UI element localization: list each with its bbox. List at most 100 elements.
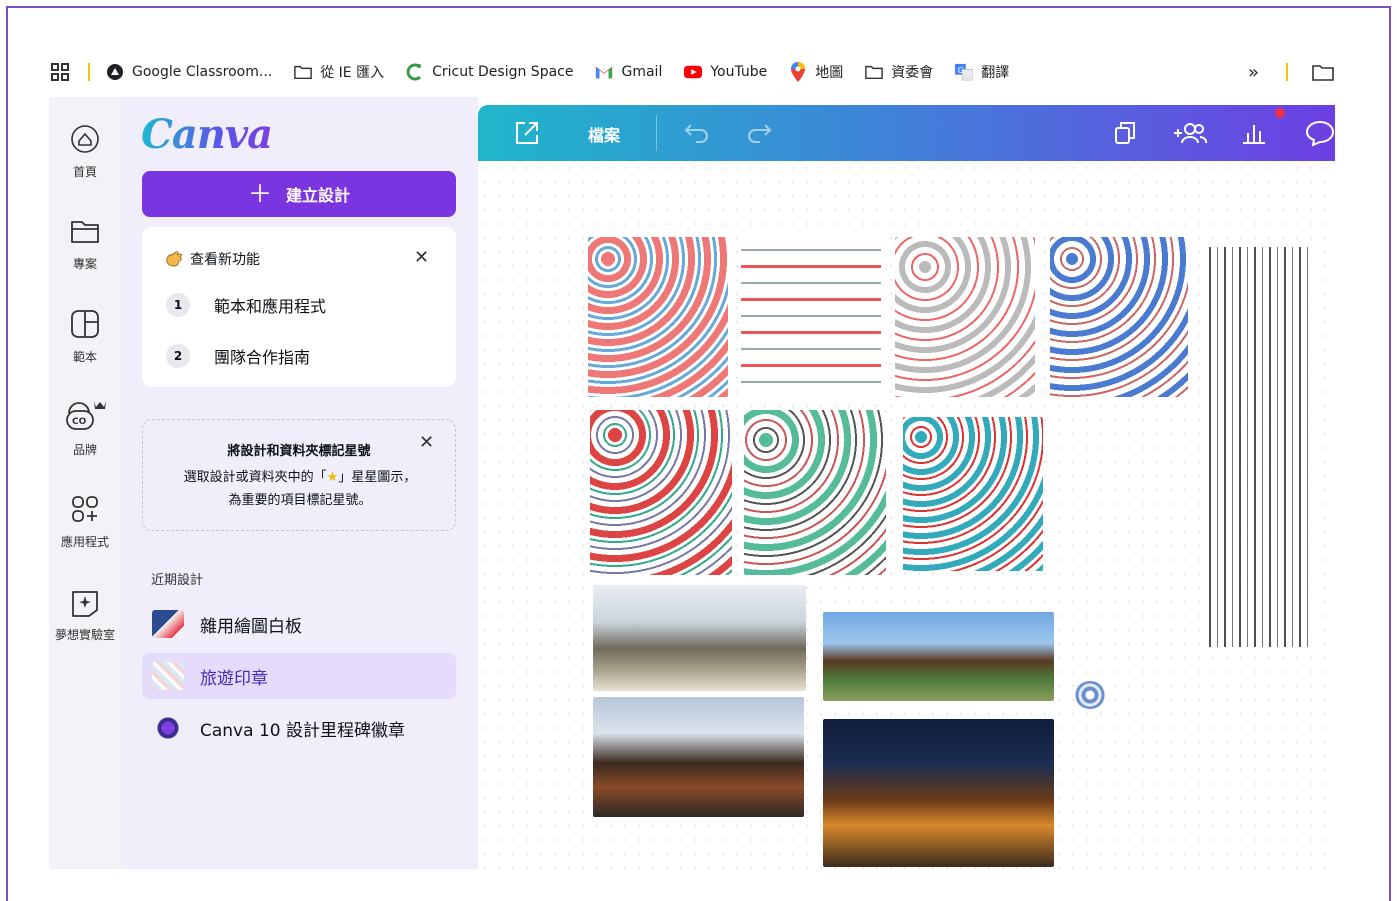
hanok-photo[interactable]: [593, 697, 804, 817]
svg-text:G: G: [958, 65, 964, 75]
step-number: 1: [166, 293, 190, 317]
bookmark-label: Google Classroom...: [132, 64, 273, 80]
recent-design-item[interactable]: Canva 10 設計里程碑徽章: [142, 705, 456, 751]
star-tip-text: 選取設計或資料夾中的「: [183, 470, 327, 485]
whats-new-step[interactable]: 2 團隊合作指南: [166, 344, 310, 368]
stamp-collage-image[interactable]: [590, 410, 732, 575]
star-tip-card: ✕ 將設計和資料夾標記星號 選取設計或資料夾中的「★」星星圖示， 為重要的項目標…: [142, 419, 456, 531]
cricut-icon: [406, 63, 424, 81]
bookmark-ie-import[interactable]: 從 IE 匯入: [294, 62, 384, 82]
bookmark-translate[interactable]: G 翻譯: [955, 62, 1009, 82]
toolbar-divider: [656, 115, 657, 151]
comment-icon[interactable]: [1305, 119, 1335, 147]
rail-label: 首頁: [72, 165, 97, 179]
bookmark-label: Gmail: [621, 64, 663, 80]
classroom-icon: [106, 63, 124, 81]
bookmark-youtube[interactable]: YouTube: [684, 63, 767, 81]
hanok-night-photo[interactable]: [823, 719, 1054, 867]
rail-label: 品牌: [72, 443, 97, 457]
temple-stamp-photo[interactable]: [593, 585, 806, 691]
brand-icon: CO: [66, 401, 106, 430]
star-tip-text: 」星星圖示，: [338, 470, 417, 485]
copy-pages-icon[interactable]: [1112, 119, 1138, 147]
star-icon: ★: [326, 470, 339, 485]
template-icon: [71, 310, 99, 338]
bookmark-label: 翻譯: [981, 65, 1010, 81]
home-icon: [71, 125, 99, 153]
temple-garden-photo[interactable]: [823, 612, 1054, 701]
bookmarks-bar: Google Classroom... 從 IE 匯入 Cricut Desig…: [50, 58, 1340, 86]
calligraphy-scroll-image[interactable]: [1203, 247, 1313, 647]
magic-lab-icon: [72, 591, 98, 617]
bookmark-google-classroom[interactable]: Google Classroom...: [106, 63, 272, 81]
apps-grid-icon[interactable]: [50, 62, 70, 82]
rail-label: 範本: [72, 350, 97, 364]
rail-label: 專案: [72, 257, 97, 271]
rail-item-projects[interactable]: 專案: [49, 215, 121, 272]
rail-item-magic-lab[interactable]: 夢想實驗室: [49, 586, 121, 643]
star-tip-title: 將設計和資料夾標記星號: [227, 444, 371, 459]
recent-design-label: 旅遊印章: [200, 668, 268, 689]
insights-chart-icon[interactable]: [1240, 119, 1268, 147]
recent-design-item[interactable]: 雜用繪圖白板: [142, 601, 456, 647]
close-whats-new-icon[interactable]: ✕: [414, 247, 429, 268]
step-label: 範本和應用程式: [214, 297, 327, 316]
undo-icon[interactable]: [682, 119, 712, 147]
share-people-icon[interactable]: [1172, 119, 1208, 147]
folder-icon: [294, 63, 313, 81]
home-panel: Canva ＋ 建立設計 查看新功能 ✕ 1 範本和應用程式 2 團隊合作指南 …: [121, 97, 478, 869]
stamp-collage-image[interactable]: [1050, 237, 1188, 397]
gmail-icon: [595, 63, 613, 81]
bookmarks-overflow-button[interactable]: »: [1248, 62, 1259, 83]
star-tip-text: 為重要的項目標記星號。: [228, 493, 372, 508]
notification-dot: [1275, 108, 1285, 118]
stamp-collage-image[interactable]: [895, 237, 1035, 397]
bookmark-committee[interactable]: 資委會: [865, 62, 933, 82]
file-menu-button[interactable]: 檔案: [588, 122, 620, 146]
other-bookmarks-folder-icon[interactable]: [1312, 64, 1334, 81]
create-design-label: 建立設計: [285, 186, 350, 205]
star-tip-body: 選取設計或資料夾中的「★」星星圖示， 為重要的項目標記星號。: [151, 466, 449, 512]
stamp-collage-image[interactable]: [903, 417, 1043, 571]
bookmark-label: 資委會: [891, 65, 934, 81]
redo-icon[interactable]: [744, 119, 774, 147]
bookmark-label: YouTube: [710, 64, 768, 80]
bookmarks-separator: [88, 63, 90, 81]
design-editor: 檔案: [478, 105, 1335, 869]
bookmark-maps[interactable]: 地圖: [789, 62, 843, 82]
bookmark-label: Cricut Design Space: [432, 64, 574, 80]
rail-label: 夢想實驗室: [54, 628, 115, 642]
bookmark-gmail[interactable]: Gmail: [595, 63, 662, 81]
rail-item-apps[interactable]: 應用程式: [49, 493, 121, 550]
small-stamp-image[interactable]: [1074, 681, 1106, 709]
whats-new-header: 查看新功能: [164, 249, 260, 269]
stamp-collage-image[interactable]: [741, 237, 881, 397]
step-number: 2: [166, 344, 190, 368]
bookmarks-separator: [1286, 63, 1288, 81]
step-label: 團隊合作指南: [214, 348, 311, 367]
canva-logo[interactable]: Canva: [141, 111, 273, 158]
recent-design-item-active[interactable]: 旅遊印章: [142, 653, 456, 699]
side-nav-rail: 首頁 專案 範本 CO 品牌 應用程式 夢想實驗室: [49, 97, 121, 869]
recent-designs-heading: 近期設計: [151, 573, 204, 588]
stamp-collage-image[interactable]: [588, 237, 728, 397]
design-thumbnail: [152, 610, 184, 638]
stamp-collage-image[interactable]: [744, 410, 886, 575]
rail-item-templates[interactable]: 範本: [49, 308, 121, 365]
bookmark-label: 從 IE 匯入: [320, 65, 385, 81]
rail-label: 應用程式: [60, 535, 109, 549]
create-design-button[interactable]: ＋ 建立設計: [142, 171, 456, 217]
translate-icon: G: [955, 63, 974, 81]
rail-item-home[interactable]: 首頁: [49, 123, 121, 180]
whats-new-step[interactable]: 1 範本和應用程式: [166, 293, 326, 317]
folder-icon: [865, 63, 884, 81]
editor-toolbar: 檔案: [478, 105, 1335, 161]
bookmark-cricut[interactable]: Cricut Design Space: [406, 63, 573, 81]
external-open-icon[interactable]: [513, 119, 541, 147]
folder-icon: [71, 221, 99, 243]
rail-item-brand[interactable]: CO 品牌: [49, 399, 121, 458]
waving-hand-icon: [166, 251, 182, 267]
recent-design-label: Canva 10 設計里程碑徽章: [200, 720, 405, 741]
whats-new-card: 查看新功能 ✕ 1 範本和應用程式 2 團隊合作指南: [142, 227, 456, 387]
plus-icon: ＋: [247, 180, 272, 208]
